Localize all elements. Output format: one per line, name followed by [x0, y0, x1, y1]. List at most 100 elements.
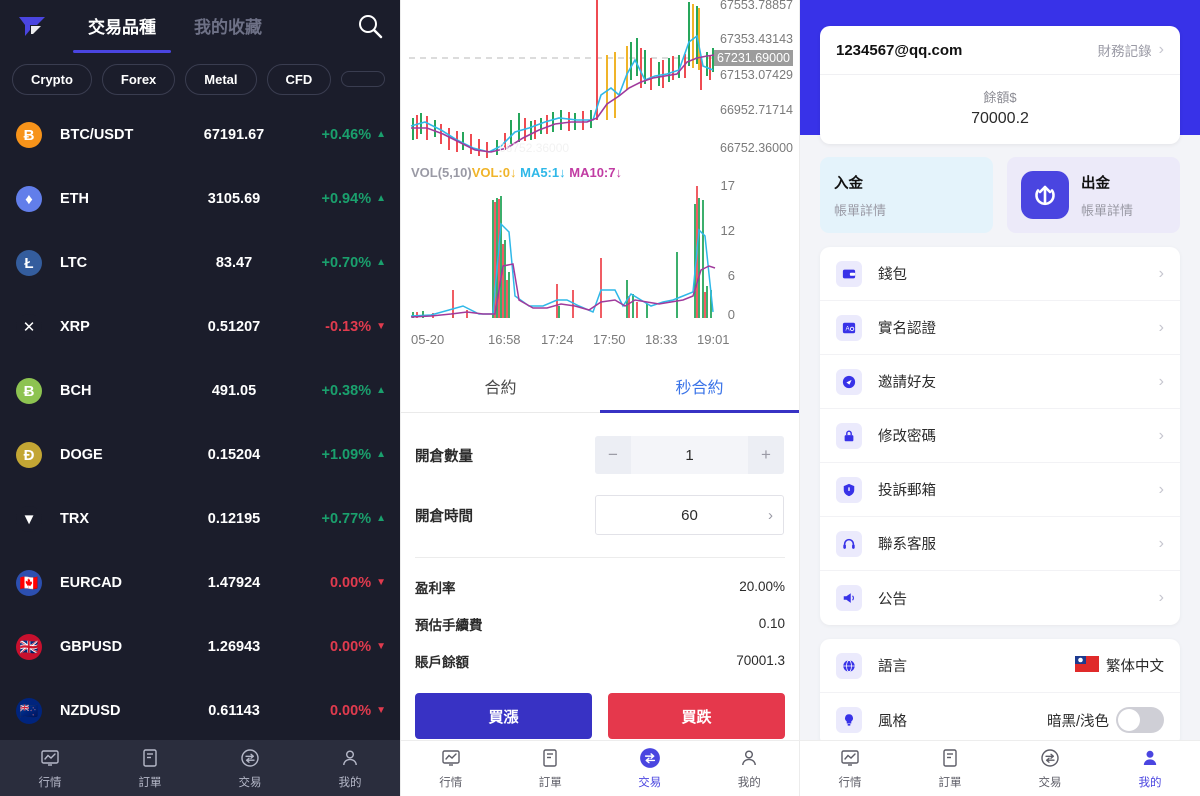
tab-instruments[interactable]: 交易品種 [73, 13, 171, 53]
quantity-minus-button[interactable]: − [595, 436, 631, 474]
financial-records-link[interactable]: 財務記錄 › [1098, 40, 1164, 60]
instrument-row[interactable]: ✕ XRP 0.51207 -0.13% ▼ [0, 295, 400, 359]
setting-item-bulb[interactable]: 風格 暗黑/浅色 [820, 693, 1180, 740]
instrument-row[interactable]: 🇳🇿 NZDUSD 0.61143 0.00% ▼ [0, 679, 400, 740]
profile-settings: 語言 繁体中文 風格 暗黑/浅色 [820, 639, 1180, 740]
tab-favorites[interactable]: 我的收藏 [194, 13, 262, 42]
form-divider [415, 557, 785, 558]
tab-contract[interactable]: 合約 [401, 360, 600, 412]
market-bottom-nav: 行情 訂單 交易 我的 [0, 740, 400, 796]
profile-icon [1139, 747, 1161, 769]
tab-second-contract[interactable]: 秒合約 [600, 360, 799, 413]
buy-up-button[interactable]: 買漲 [415, 693, 592, 739]
instrument-symbol: BTC/USDT [60, 127, 134, 143]
nav-quotes[interactable]: 行情 [401, 741, 501, 796]
theme-toggle[interactable] [1116, 707, 1164, 733]
nav-orders[interactable]: 訂單 [501, 741, 601, 796]
caret-down-icon: ▼ [376, 641, 386, 652]
nav-orders[interactable]: 訂單 [100, 740, 200, 796]
menu-item-label: 公告 [878, 591, 907, 608]
balance-label: 餘額$ [983, 90, 1017, 105]
instrument-change: -0.13% ▼ [290, 319, 386, 335]
app-root: 交易品種 我的收藏 Crypto Forex Metal CFD Ƀ BTC/US… [0, 0, 1200, 796]
deposit-card[interactable]: 入金 帳單詳情 [820, 157, 993, 233]
caret-down-icon: ▼ [376, 705, 386, 716]
instrument-row[interactable]: Ƀ BCH 491.05 +0.38% ▲ [0, 359, 400, 423]
vol-indicator-label: VOL(5,10) [411, 165, 472, 180]
nav-quotes[interactable]: 行情 [0, 740, 100, 796]
profile-content: 1234567@qq.com 財務記錄 › 餘額$ 70000.2 入金 帳單詳… [800, 0, 1200, 740]
account-header: 1234567@qq.com 財務記錄 › [820, 26, 1180, 75]
withdraw-card[interactable]: 出金 帳單詳情 [1007, 157, 1180, 233]
duration-label: 開倉時間 [415, 508, 473, 525]
search-icon[interactable] [356, 12, 384, 45]
instrument-price: 491.05 [211, 383, 257, 399]
instrument-row[interactable]: Ð DOGE 0.15204 +1.09% ▲ [0, 423, 400, 487]
instrument-row[interactable]: ▼ TRX 0.12195 +0.77% ▲ [0, 487, 400, 551]
menu-item-label: 聯系客服 [878, 537, 936, 553]
menu-item-invite-friend[interactable]: 邀請好友 › [820, 355, 1180, 409]
x-tick-4: 18:33 [645, 332, 678, 347]
nav-profile[interactable]: 我的 [700, 741, 800, 796]
category-more[interactable] [341, 71, 386, 87]
instrument-symbol: TRX [60, 511, 89, 527]
nav-quotes[interactable]: 行情 [800, 741, 900, 796]
setting-item-globe[interactable]: 語言 繁体中文 [820, 639, 1180, 693]
quantity-stepper[interactable]: − 1 + [595, 436, 784, 474]
withdraw-subtitle: 帳單詳情 [1081, 202, 1134, 218]
nav-profile[interactable]: 我的 [1100, 741, 1200, 796]
nav-profile[interactable]: 我的 [300, 740, 400, 796]
menu-item-lock[interactable]: 修改密碼 › [820, 409, 1180, 463]
price-chart[interactable]: 66752.36000 67553.78857 67353.43143 6723… [401, 0, 799, 360]
caret-up-icon: ▲ [376, 513, 386, 524]
instrument-row[interactable]: ♦ ETH 3105.69 +0.94% ▲ [0, 167, 400, 231]
financial-records-label: 財務記錄 [1097, 44, 1152, 59]
quantity-input[interactable]: 1 [631, 436, 748, 474]
profit-rate-value: 20.00% [739, 579, 785, 594]
instrument-price: 1.47924 [207, 575, 261, 591]
instrument-row[interactable]: Ł LTC 83.47 +0.70% ▲ [0, 231, 400, 295]
instrument-symbol: EURCAD [60, 575, 123, 591]
category-metal[interactable]: Metal [185, 63, 257, 95]
deposit-title: 入金 [834, 175, 863, 192]
instrument-change-value: 0.00% [329, 575, 372, 591]
deposit-text: 入金 帳單詳情 [834, 172, 886, 219]
menu-item-shield[interactable]: 投訴郵箱 › [820, 463, 1180, 517]
instrument-change-value: +0.94% [321, 191, 372, 207]
instrument-symbol: BCH [60, 383, 92, 399]
instrument-row[interactable]: 🇬🇧 GBPUSD 1.26943 0.00% ▼ [0, 615, 400, 679]
buy-down-button[interactable]: 買跌 [608, 693, 785, 739]
trade-type-tabs: 合約 秒合約 [401, 360, 799, 413]
instrument-change-value: +0.38% [321, 383, 372, 399]
duration-select[interactable]: 60 › [595, 495, 784, 535]
menu-item-headset[interactable]: 聯系客服 › [820, 517, 1180, 571]
nav-trade[interactable]: 交易 [1000, 741, 1100, 796]
megaphone-icon [836, 585, 862, 611]
coin-icon: ♦ [16, 186, 42, 212]
nav-profile-label: 我的 [1138, 777, 1162, 789]
market-panel: 交易品種 我的收藏 Crypto Forex Metal CFD Ƀ BTC/US… [0, 0, 400, 796]
x-tick-3: 17:50 [593, 332, 626, 347]
orders-icon [939, 747, 961, 769]
instrument-change: +0.94% ▲ [290, 191, 387, 207]
category-crypto[interactable]: Crypto [12, 63, 92, 95]
category-cfd[interactable]: CFD [266, 63, 332, 95]
instrument-row[interactable]: 🇨🇦 EURCAD 1.47924 0.00% ▼ [0, 551, 400, 615]
vol-tick-0: 17 [720, 178, 735, 193]
instrument-row[interactable]: Ƀ BTC/USDT 67191.67 +0.46% ▲ [0, 103, 400, 167]
instrument-price: 3105.69 [207, 191, 261, 207]
menu-item-wallet[interactable]: 錢包 › [820, 247, 1180, 301]
nav-trade[interactable]: 交易 [600, 741, 700, 796]
nav-trade[interactable]: 交易 [200, 740, 300, 796]
menu-item-megaphone[interactable]: 公告 › [820, 571, 1180, 625]
style-value-label: 暗黑/浅色 [1046, 713, 1109, 730]
balance-amount: 70000.2 [971, 110, 1029, 127]
category-forex[interactable]: Forex [101, 63, 176, 95]
menu-item-id-verify[interactable]: A 實名認證 › [820, 301, 1180, 355]
instrument-change: 0.00% ▼ [290, 575, 386, 591]
chevron-right-icon: › [1158, 372, 1164, 390]
nav-orders[interactable]: 訂單 [900, 741, 1000, 796]
quantity-plus-button[interactable]: + [748, 436, 784, 474]
instrument-change-value: +0.70% [321, 255, 372, 271]
menu-item-label: 邀請好友 [878, 375, 936, 391]
